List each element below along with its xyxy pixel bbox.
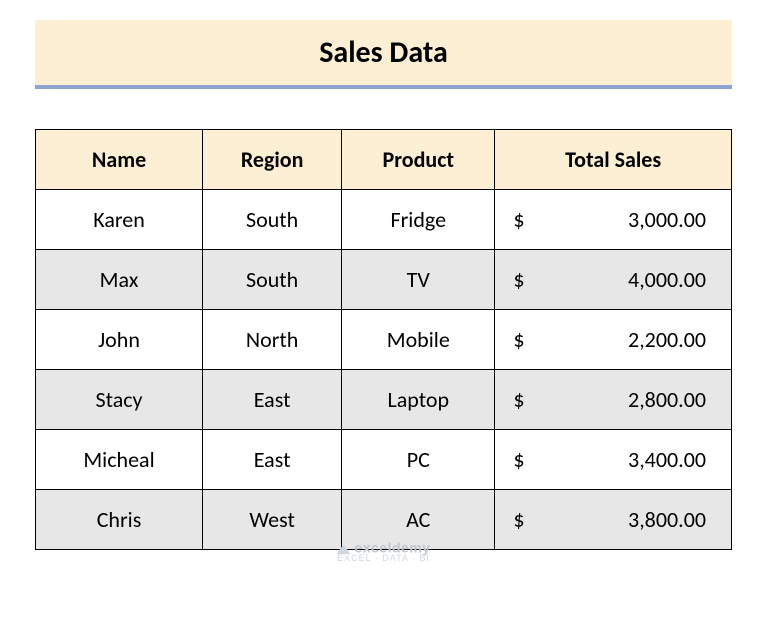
cell-product: PC: [342, 430, 495, 490]
currency-symbol: $: [513, 206, 524, 233]
cell-total-sales: $ 4,000.00: [495, 250, 732, 310]
cell-name: Stacy: [36, 370, 203, 430]
cell-product: Fridge: [342, 190, 495, 250]
sales-amount: 3,400.00: [628, 446, 706, 473]
cell-name: Karen: [36, 190, 203, 250]
cell-total-sales: $ 2,200.00: [495, 310, 732, 370]
currency-symbol: $: [513, 386, 524, 413]
header-region: Region: [203, 130, 342, 190]
table-row: Karen South Fridge $ 3,000.00: [36, 190, 732, 250]
sales-amount: 4,000.00: [628, 266, 706, 293]
cell-name: Micheal: [36, 430, 203, 490]
cell-total-sales: $ 3,400.00: [495, 430, 732, 490]
sales-amount: 2,800.00: [628, 386, 706, 413]
currency-symbol: $: [513, 446, 524, 473]
table-row: Max South TV $ 4,000.00: [36, 250, 732, 310]
cell-product: TV: [342, 250, 495, 310]
header-row: Name Region Product Total Sales: [36, 130, 732, 190]
cell-name: John: [36, 310, 203, 370]
table-row: Micheal East PC $ 3,400.00: [36, 430, 732, 490]
cell-product: Mobile: [342, 310, 495, 370]
sales-table: Name Region Product Total Sales Karen So…: [35, 129, 732, 550]
header-name: Name: [36, 130, 203, 190]
watermark-icon: [336, 540, 350, 554]
table-row: Stacy East Laptop $ 2,800.00: [36, 370, 732, 430]
sales-amount: 3,800.00: [628, 506, 706, 533]
title-banner: Sales Data: [35, 20, 732, 89]
cell-total-sales: $ 2,800.00: [495, 370, 732, 430]
page-title: Sales Data: [35, 34, 732, 71]
currency-symbol: $: [513, 326, 524, 353]
header-total-sales: Total Sales: [495, 130, 732, 190]
currency-symbol: $: [513, 266, 524, 293]
table-row: John North Mobile $ 2,200.00: [36, 310, 732, 370]
watermark-sub: EXCEL · DATA · BI: [35, 553, 732, 563]
cell-region: South: [203, 250, 342, 310]
sales-amount: 3,000.00: [628, 206, 706, 233]
header-product: Product: [342, 130, 495, 190]
cell-region: North: [203, 310, 342, 370]
sales-amount: 2,200.00: [628, 326, 706, 353]
cell-region: South: [203, 190, 342, 250]
cell-region: East: [203, 430, 342, 490]
currency-symbol: $: [513, 506, 524, 533]
watermark: exceldemy EXCEL · DATA · BI: [35, 538, 732, 563]
cell-name: Max: [36, 250, 203, 310]
cell-product: Laptop: [342, 370, 495, 430]
cell-region: East: [203, 370, 342, 430]
table-body: Karen South Fridge $ 3,000.00 Max South …: [36, 190, 732, 550]
cell-total-sales: $ 3,000.00: [495, 190, 732, 250]
